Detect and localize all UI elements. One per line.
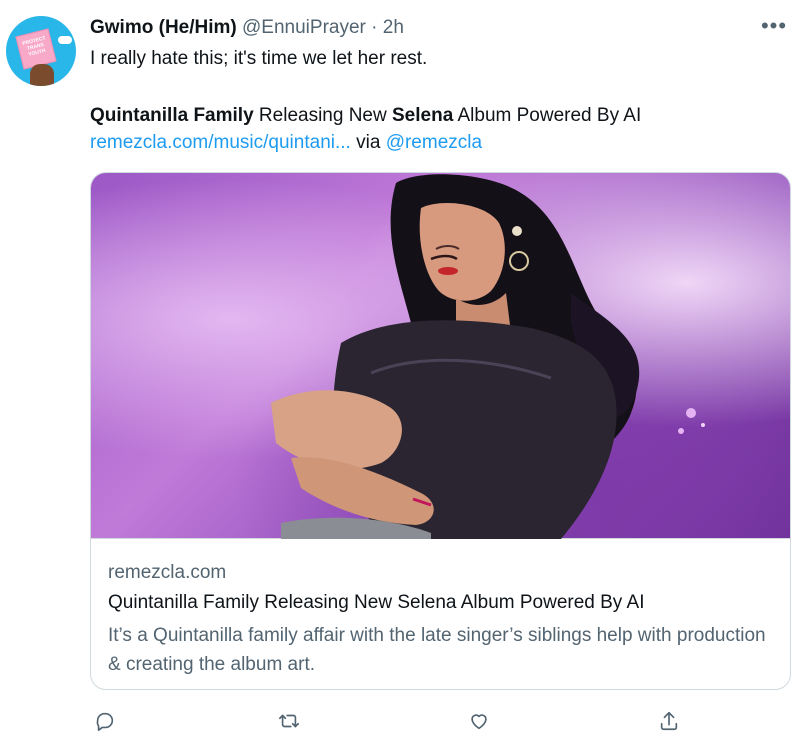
like-icon[interactable]	[464, 706, 494, 736]
headline-bold-family: Quintanilla Family	[90, 105, 254, 126]
headline-bold-selena: Selena	[392, 105, 454, 126]
avatar-figure	[30, 64, 54, 86]
article-link[interactable]: remezcla.com/music/quintani...	[90, 132, 351, 153]
card-image[interactable]	[91, 173, 790, 539]
author-name[interactable]: Gwimo (He/Him)	[90, 17, 237, 38]
tweet-text: I really hate this; it's time we let her…	[90, 48, 428, 69]
card-domain: remezcla.com	[108, 562, 227, 583]
headline-text: Releasing New	[253, 105, 392, 126]
share-icon[interactable]	[654, 706, 684, 736]
via-text: via	[350, 132, 386, 153]
tweet-actions	[90, 706, 690, 736]
author-handle[interactable]: @EnnuiPrayer	[242, 17, 366, 38]
via-handle-link[interactable]: @remezcla	[386, 132, 482, 153]
headline-text-end: Album Powered By AI	[453, 105, 642, 126]
avatar-cloud	[58, 36, 72, 44]
tweet-headline: Quintanilla Family Releasing New Selena …	[90, 104, 641, 128]
more-icon[interactable]: •••	[760, 15, 788, 37]
tweet-timestamp[interactable]: 2h	[383, 17, 404, 38]
author-avatar[interactable]: PROTECT TRANS YOUTH	[6, 16, 76, 86]
header-separator: ·	[365, 17, 383, 38]
card-description: It’s a Quintanilla family affair with th…	[108, 625, 766, 675]
retweet-icon[interactable]	[274, 706, 304, 736]
card-photo-illustration	[271, 174, 705, 539]
tweet-link-line: remezcla.com/music/quintani... via @reme…	[90, 131, 482, 155]
tweet-header: Gwimo (He/Him) @EnnuiPrayer · 2h	[90, 16, 404, 40]
link-preview-card[interactable]: remezcla.com Quintanilla Family Releasin…	[90, 172, 791, 690]
avatar-sign: PROTECT TRANS YOUTH	[15, 28, 57, 70]
card-title[interactable]: Quintanilla Family Releasing New Selena …	[108, 591, 645, 615]
reply-icon[interactable]	[90, 706, 120, 736]
